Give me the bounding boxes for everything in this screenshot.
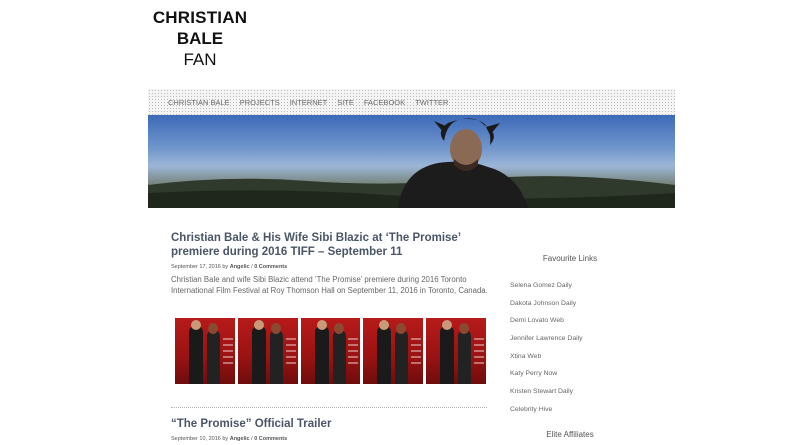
post-date: September 17, 2016 — [171, 264, 221, 270]
logo-line-2: BALE — [176, 29, 224, 48]
logo-line-1: CHRISTIAN — [152, 8, 248, 27]
sidebar-link[interactable]: Katy Perry Now — [510, 370, 583, 388]
gallery-thumbnail[interactable] — [300, 318, 361, 384]
post-comments-link[interactable]: 0 Comments — [254, 436, 287, 442]
nav-item-site[interactable]: SITE — [337, 98, 354, 107]
sidebar-link[interactable]: Xtina Web — [510, 353, 583, 371]
favourite-links-list: Selena Gomez Daily Dakota Johnson Daily … — [510, 282, 583, 424]
sidebar-link[interactable]: Demi Lovato Web — [510, 317, 583, 335]
post-by: by — [222, 436, 229, 442]
site-logo[interactable]: CHRISTIAN BALE FAN — [150, 8, 250, 69]
sidebar-link[interactable]: Jennifer Lawrence Daily — [510, 335, 583, 353]
nav-item-projects[interactable]: PROJECTS — [240, 98, 280, 107]
gallery-thumbnail[interactable] — [237, 318, 298, 384]
post-gallery — [175, 318, 486, 384]
post-meta-2: September 10, 2016 by Angelic / 0 Commen… — [171, 436, 288, 442]
nav-item-twitter[interactable]: TWITTER — [415, 98, 448, 107]
post-excerpt-1: Christian Bale and wife Sibi Blazic atte… — [171, 275, 488, 295]
post-meta-1: September 17, 2016 by Angelic / 0 Commen… — [171, 264, 288, 270]
post-author[interactable]: Angelic — [230, 436, 250, 442]
sidebar-link[interactable]: Selena Gomez Daily — [510, 282, 583, 300]
post-author[interactable]: Angelic — [230, 264, 250, 270]
nav-item-facebook[interactable]: FACEBOOK — [364, 98, 405, 107]
post-comments-link[interactable]: 0 Comments — [254, 264, 287, 270]
post-date: September 10, 2016 — [171, 436, 221, 442]
sidebar-elite-affiliates-title: Elite Affiliates — [546, 430, 594, 439]
nav-item-christian-bale[interactable]: CHRISTIAN BALE — [168, 98, 230, 107]
post-title-1[interactable]: Christian Bale & His Wife Sibi Blazic at… — [171, 231, 501, 259]
header-banner-image — [148, 115, 675, 208]
sidebar-link[interactable]: Celebrity Hive — [510, 406, 583, 424]
gallery-thumbnail[interactable] — [363, 318, 424, 384]
post-divider — [171, 407, 487, 408]
gallery-thumbnail[interactable] — [426, 318, 486, 384]
nav-item-internet[interactable]: INTERNET — [290, 98, 328, 107]
main-navigation: CHRISTIAN BALE PROJECTS INTERNET SITE FA… — [148, 89, 675, 115]
sidebar-link[interactable]: Kristen Stewart Daily — [510, 388, 583, 406]
gallery-thumbnail[interactable] — [175, 318, 235, 384]
sidebar-favourite-links-title: Favourite Links — [542, 254, 598, 263]
post-title-2[interactable]: “The Promise” Official Trailer — [171, 417, 501, 431]
post-by: by — [222, 264, 229, 270]
sidebar-link[interactable]: Dakota Johnson Daily — [510, 300, 583, 318]
logo-line-3: FAN — [183, 50, 217, 69]
